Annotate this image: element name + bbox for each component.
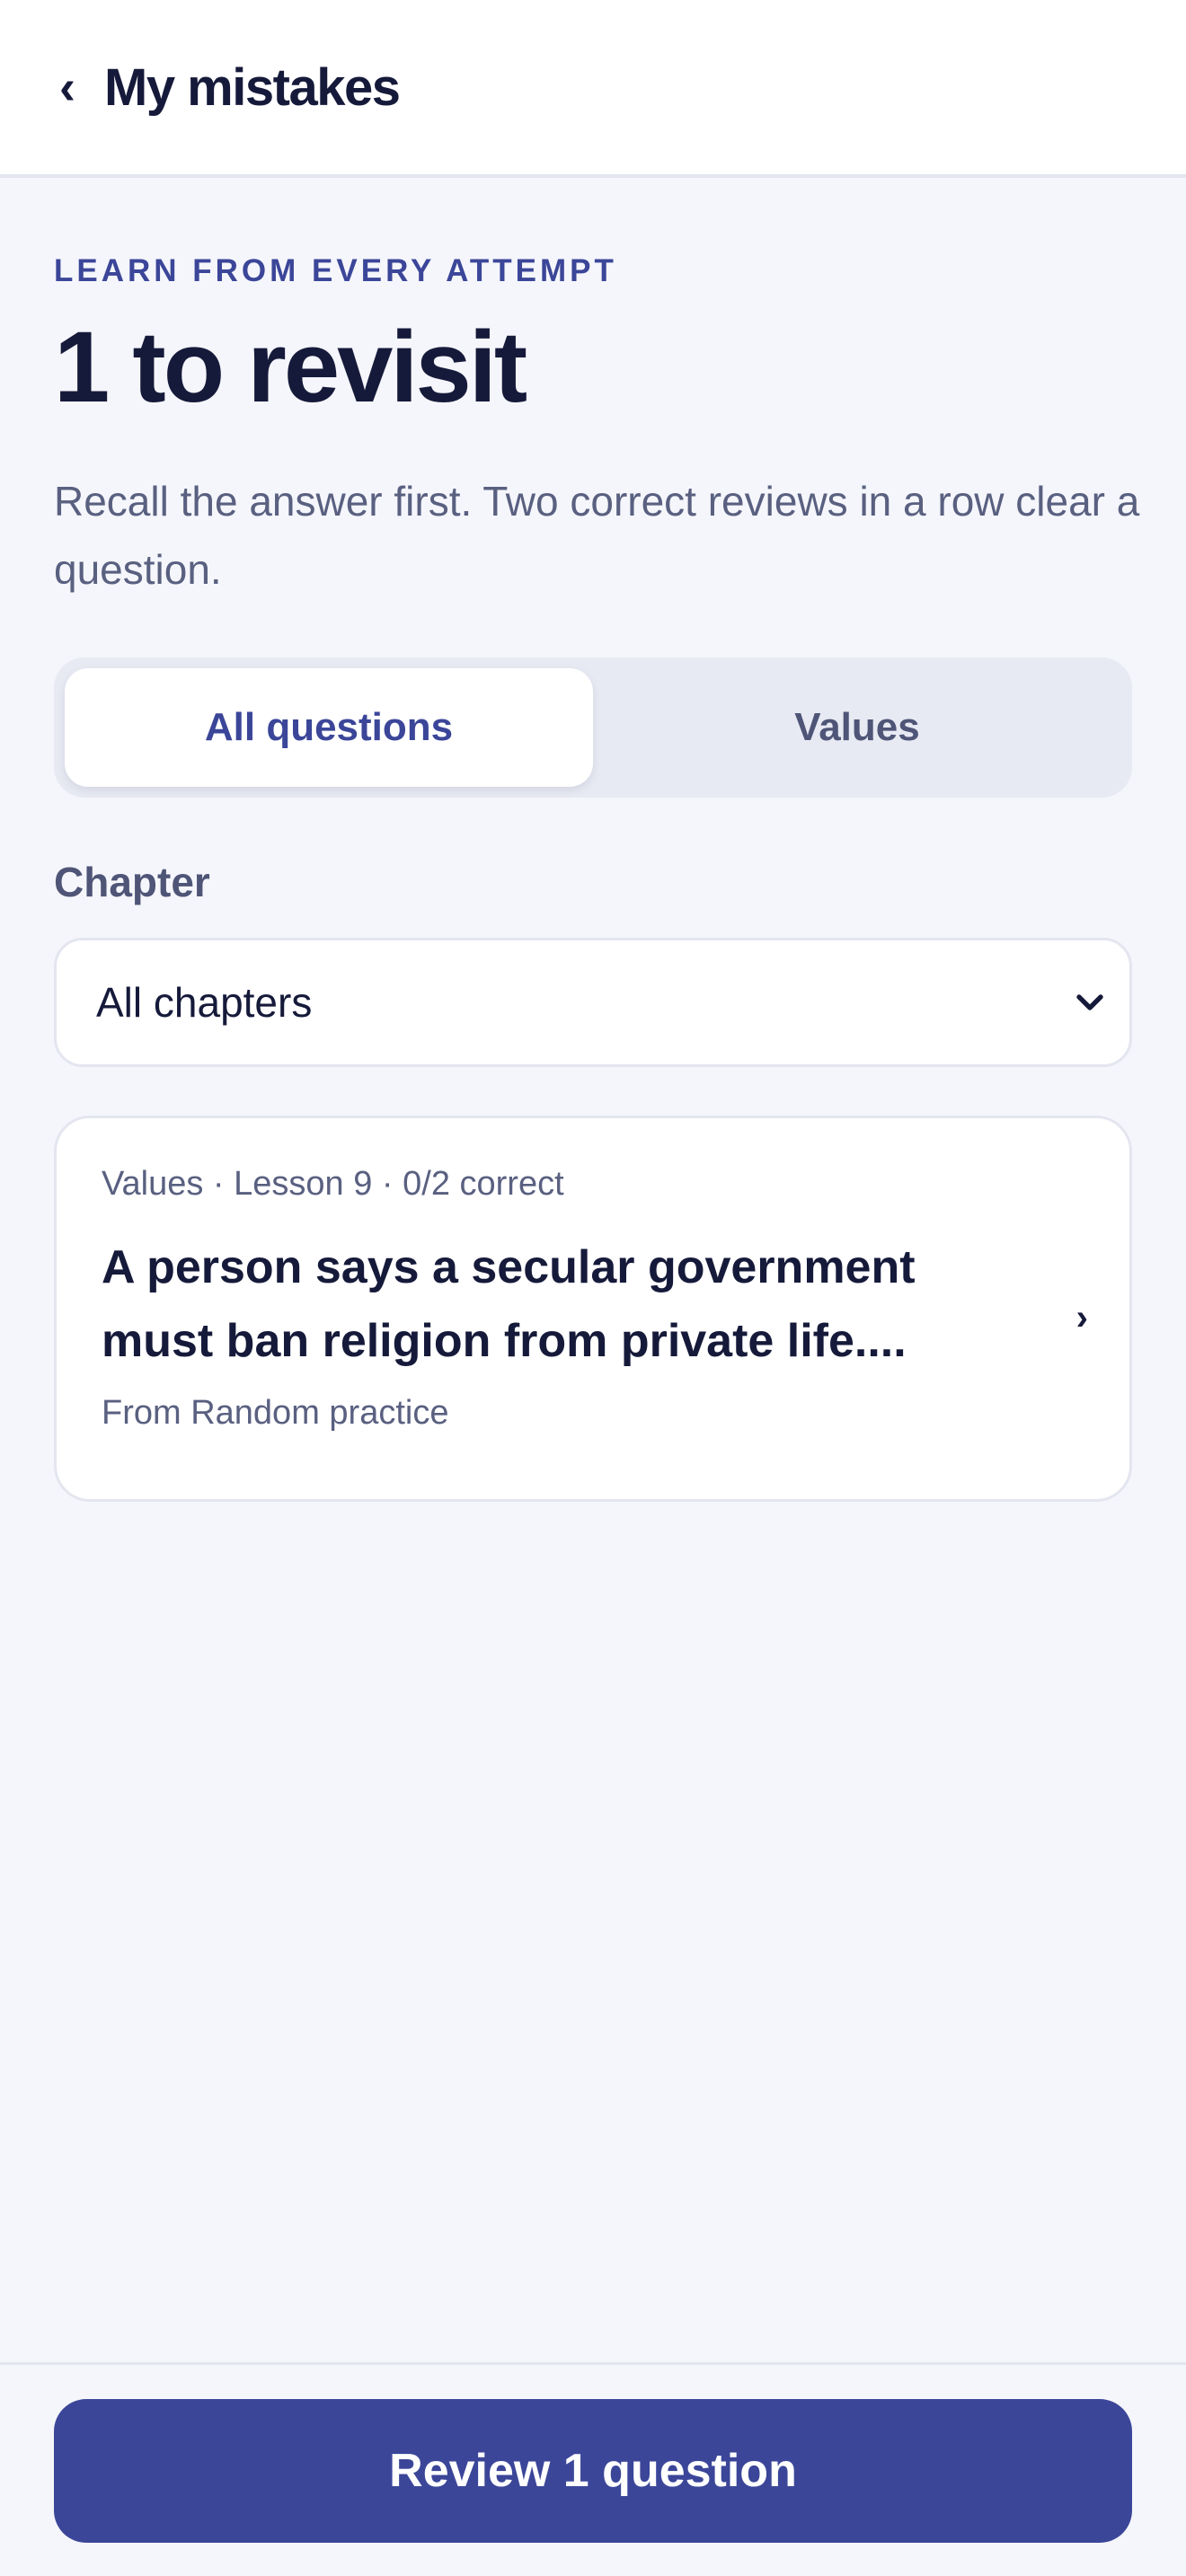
hero-subtitle: Recall the answer first. Two correct rev… — [54, 478, 1140, 593]
footer-bar: Review 1 question — [0, 2362, 1186, 2576]
review-button[interactable]: Review 1 question — [54, 2399, 1132, 2543]
tab-values[interactable]: Values — [593, 668, 1121, 787]
chapter-select-value: All chapters — [96, 979, 313, 1026]
mistake-card[interactable]: Values · Lesson 9 · 0/2 correct A person… — [54, 1116, 1132, 1502]
top-bar: ‹ My mistakes — [0, 0, 1186, 178]
chevron-down-icon — [1076, 994, 1103, 1010]
section-eyebrow: LEARN FROM EVERY ATTEMPT — [54, 253, 617, 288]
page-title: My mistakes — [104, 57, 401, 117]
chevron-right-icon: › — [1075, 1298, 1088, 1337]
mistake-source: From Random practice — [102, 1394, 449, 1432]
tab-all-questions[interactable]: All questions — [65, 668, 593, 787]
chapter-label: Chapter — [54, 859, 210, 905]
hero-title: 1 to revisit — [54, 311, 527, 423]
mistake-question: A person says a secular government must … — [102, 1241, 916, 1367]
category-tabs: All questions Values — [54, 657, 1132, 798]
mistake-meta: Values · Lesson 9 · 0/2 correct — [102, 1165, 564, 1203]
back-chevron-icon[interactable]: ‹ — [54, 60, 81, 114]
chapter-select[interactable]: All chapters — [54, 938, 1132, 1067]
